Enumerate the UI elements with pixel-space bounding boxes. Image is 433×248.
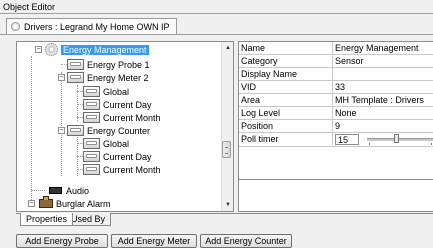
property-value[interactable]: None — [335, 107, 433, 119]
poll-timer-slider[interactable] — [367, 138, 433, 141]
scrollbar-thumb[interactable] — [222, 141, 231, 158]
tree-node-burglar-alarm[interactable]: Burglar Alarm — [39, 196, 111, 210]
meter-icon — [67, 59, 84, 70]
property-key: Log Level — [241, 108, 281, 118]
tree-node-counter-current-day[interactable]: Current Day — [83, 150, 152, 163]
tab-drivers-label: Drivers : Legrand My Home OWN IP — [24, 21, 170, 32]
tree-node-meter-current-month[interactable]: Current Month — [83, 111, 161, 124]
slider-thumb[interactable] — [394, 134, 399, 143]
tree-node-energy-management[interactable]: Energy Management — [45, 43, 149, 56]
property-row: Display Name — [239, 68, 433, 81]
property-key: Display Name — [241, 69, 298, 79]
property-row: Area MH Template : Drivers — [239, 94, 433, 107]
property-key: Position — [241, 121, 274, 131]
alarm-icon — [39, 196, 53, 208]
collapse-toggle[interactable]: − — [58, 127, 65, 134]
audio-icon — [49, 187, 62, 194]
column-divider — [332, 120, 333, 132]
meter-icon — [83, 138, 100, 149]
tab-properties[interactable]: Properties — [20, 213, 74, 226]
tree-connector — [31, 56, 32, 204]
tree-node-label: Energy Probe 1 — [87, 59, 150, 70]
property-row: Poll timer 15 — [239, 133, 433, 147]
property-value[interactable]: 9 — [335, 120, 433, 132]
property-value[interactable] — [335, 68, 433, 80]
property-row: VID 33 — [239, 81, 433, 94]
collapse-toggle[interactable]: − — [28, 200, 35, 207]
tree-connector — [31, 190, 45, 191]
column-divider — [332, 42, 333, 54]
tree-node-label: Current Month — [103, 112, 161, 123]
add-energy-meter-button[interactable]: Add Energy Meter — [111, 234, 197, 248]
meter-icon — [83, 151, 100, 162]
tree-node-label: Energy Counter — [87, 125, 151, 136]
slider-tick — [431, 143, 432, 145]
property-grid: Name Energy Management Category Sensor D… — [238, 41, 433, 212]
tree-node-energy-probe[interactable]: Energy Probe 1 — [67, 58, 150, 71]
tab-drivers[interactable]: Drivers : Legrand My Home OWN IP — [6, 18, 177, 34]
property-key: Poll timer — [241, 134, 279, 144]
property-key: Category — [241, 56, 278, 66]
meter-icon — [83, 164, 100, 175]
property-value[interactable]: Sensor — [335, 55, 433, 67]
property-value[interactable]: 33 — [335, 81, 433, 93]
property-description-divider — [238, 179, 433, 180]
collapse-toggle[interactable]: − — [35, 46, 42, 53]
property-value[interactable]: MH Template : Drivers — [335, 94, 433, 106]
slider-tick — [369, 143, 370, 145]
tree-node-counter-global[interactable]: Global — [83, 137, 129, 150]
column-divider — [332, 81, 333, 93]
tree-connector — [61, 72, 62, 176]
poll-timer-input[interactable]: 15 — [335, 134, 359, 145]
tree-node-meter-current-day[interactable]: Current Day — [83, 98, 152, 111]
scroll-down-icon[interactable]: ▼ — [222, 199, 234, 211]
title-divider — [0, 13, 433, 14]
tree-node-label: Energy Management — [61, 44, 149, 55]
property-value[interactable]: Energy Management — [335, 42, 433, 54]
tree-node-label: Audio — [66, 185, 90, 196]
property-key: Area — [241, 95, 261, 105]
property-row: Category Sensor — [239, 55, 433, 68]
tab-strip-border — [0, 34, 433, 35]
tree-scrollbar[interactable]: ▲ ▼ — [221, 42, 233, 211]
collapse-toggle[interactable]: − — [58, 74, 65, 81]
scroll-up-icon[interactable]: ▲ — [222, 42, 234, 54]
add-energy-probe-button[interactable]: Add Energy Probe — [16, 234, 108, 248]
column-divider — [332, 55, 333, 67]
tree-node-meter-global[interactable]: Global — [83, 85, 129, 98]
tree-node-label: Global — [103, 86, 130, 97]
column-divider — [332, 133, 333, 145]
tree-node-label: Current Day — [103, 151, 152, 162]
tree-node-label: Energy Meter 2 — [87, 72, 149, 83]
property-row: Name Energy Management — [239, 42, 433, 55]
tree-node-energy-meter[interactable]: Energy Meter 2 — [67, 71, 149, 84]
gear-icon — [45, 43, 58, 56]
meter-icon — [67, 125, 84, 136]
tree-node-label: Global — [103, 138, 130, 149]
tree-node-audio[interactable]: Audio — [49, 184, 89, 197]
tree-node-counter-current-month[interactable]: Current Month — [83, 163, 161, 176]
column-divider — [332, 68, 333, 80]
meter-icon — [83, 112, 100, 123]
property-row: Log Level None — [239, 107, 433, 120]
tree-node-label: Current Month — [103, 164, 161, 175]
meter-icon — [67, 72, 84, 83]
driver-icon — [11, 22, 20, 31]
property-key: VID — [241, 82, 257, 92]
property-key: Name — [241, 43, 266, 53]
meter-icon — [83, 99, 100, 110]
column-divider — [332, 107, 333, 119]
column-divider — [332, 94, 333, 106]
tree-node-label: Current Day — [103, 99, 152, 110]
property-row: Position 9 — [239, 120, 433, 133]
add-energy-counter-button[interactable]: Add Energy Counter — [200, 234, 292, 248]
meter-icon — [83, 86, 100, 97]
window-title: Object Editor — [3, 2, 56, 12]
tree-node-energy-counter[interactable]: Energy Counter — [67, 124, 150, 137]
tree-node-label: Burglar Alarm — [56, 198, 111, 209]
object-tree[interactable]: − Energy Management Energy Probe 1 − Ene… — [16, 41, 234, 212]
